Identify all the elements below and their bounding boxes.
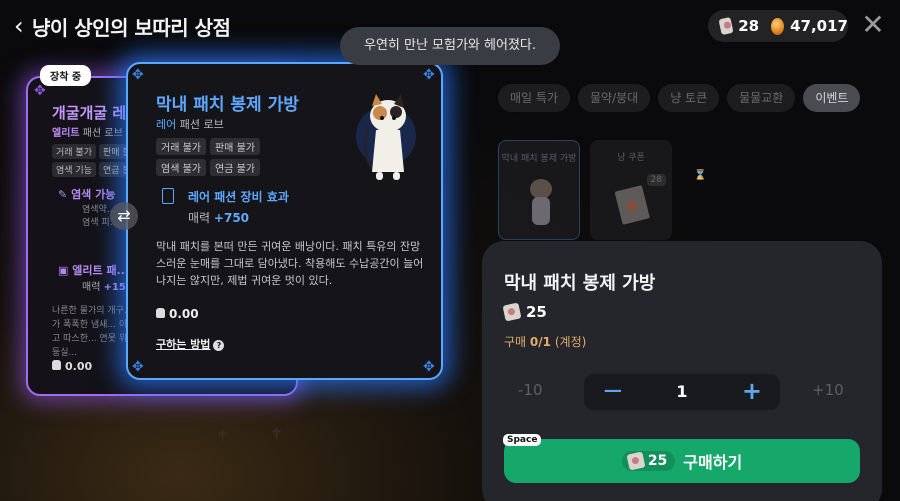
shop-item-name: 냥 쿠폰: [617, 153, 645, 163]
purchase-panel: 막내 패치 봉제 가방 25 구매 0/1 (계정) -10 − 1 + +10…: [482, 241, 882, 501]
item-grade: 레어 패션 로브: [156, 116, 224, 132]
buy-cost: 25: [621, 451, 676, 471]
category-tabs: 매일 특가 물약/붕대 냥 토큰 물물교환 이벤트: [498, 84, 861, 112]
card-icon: ▣: [58, 264, 69, 277]
close-button[interactable]: ✕: [858, 10, 888, 40]
price-value: 25: [526, 303, 547, 321]
dye-ability: ✎ 염색 가능: [58, 186, 115, 202]
shop-item[interactable]: 막내 패치 봉제 가방: [498, 140, 580, 240]
shop-item[interactable]: 냥 쿠폰 ⌛ 28: [590, 140, 706, 240]
purchase-limit: 구매 0/1 (계정): [504, 333, 586, 350]
item-detail-card: ✥ ✥ ✥ ✥ 막내 패치 봉제 가방 레어 패션 로브 거래 불가 판매 불가…: [126, 62, 443, 380]
stat-name: 매력: [188, 211, 211, 225]
equipped-badge: 장착 중: [40, 65, 92, 86]
tab-potions[interactable]: 물약/붕대: [577, 84, 651, 112]
ticket-icon: [626, 451, 646, 471]
tab-barter[interactable]: 물물교환: [727, 84, 796, 112]
tag: 염색 기능: [52, 162, 96, 177]
weight-icon: [52, 360, 61, 370]
purchase-item-name: 막내 패치 봉제 가방: [504, 273, 656, 294]
brush-icon: ✎: [58, 188, 68, 201]
decorative-cross: ✝: [216, 426, 230, 445]
grade-label: 엘리트: [52, 128, 80, 139]
stat-value: +750: [213, 211, 250, 225]
item-description: 막내 패치를 본떠 만든 귀여운 배낭이다. 패치 특유의 잔망스러운 눈매를 …: [156, 240, 424, 287]
purchase-limit-label: 구매: [504, 335, 527, 349]
elite-title: 엘리트 패...: [72, 264, 130, 277]
cat-bag-image: [356, 94, 416, 180]
shop-item-name: 막내 패치 봉제 가방: [501, 154, 577, 164]
buy-label: 구매하기: [683, 453, 743, 472]
item-stat: 매력 +750: [188, 209, 249, 226]
stat-name: 매력: [82, 282, 101, 293]
tag: 판매 불가: [209, 138, 260, 155]
currency-display: 28 47,017: [708, 10, 848, 42]
tab-cat-token[interactable]: 냥 토큰: [658, 84, 720, 112]
item-name: 막내 패치 봉제 가방: [156, 95, 299, 115]
card-icon: [162, 188, 174, 204]
type-label: 패션 로브: [82, 128, 123, 139]
corner-ornament-icon: ✥: [423, 67, 435, 83]
weight-value: 0.00: [65, 360, 93, 373]
elite-effect: ▣ 엘리트 패...: [58, 262, 129, 278]
purchase-price: 25: [502, 302, 547, 322]
purchase-limit-value: 0/1: [529, 335, 552, 349]
ticket-icon: [502, 302, 522, 322]
coin-count: 47,017: [790, 17, 848, 35]
corner-ornament-icon: ✥: [34, 83, 46, 99]
coupon-thumbnail: [614, 185, 650, 225]
equipped-item-weight: 0.00: [52, 360, 92, 373]
equipped-item-grade: 엘리트 패션 로브: [52, 124, 123, 139]
ticket-icon: [718, 16, 734, 36]
corner-ornament-icon: ✥: [132, 67, 144, 83]
buy-button[interactable]: 25 구매하기: [504, 439, 860, 483]
item-weight: 0.00: [156, 307, 199, 321]
how-to-get-label: 구하는 방법: [156, 338, 211, 351]
question-icon: ?: [213, 340, 225, 351]
tag: 거래 불가: [156, 138, 206, 155]
tag: 염색 불가: [156, 159, 206, 176]
tab-daily-deal[interactable]: 매일 특가: [498, 84, 570, 112]
rare-effect-title: 레어 패션 장비 효과: [188, 190, 289, 204]
toast-message: 우연히 만난 모험가와 헤어졌다.: [340, 27, 560, 65]
cat-bag-thumbnail: [530, 179, 552, 225]
quantity-stepper: − 1 +: [584, 374, 780, 410]
corner-ornament-icon: ✥: [423, 359, 435, 375]
weight-value: 0.00: [169, 307, 199, 321]
how-to-get-link[interactable]: 구하는 방법?: [156, 336, 225, 352]
shop-screen: ✝ ✝ ‹ 냥이 상인의 보따리 상점 28 47,017 ✕ 우연히 만난 모…: [0, 0, 900, 501]
purchase-limit-note: (계정): [554, 335, 587, 349]
page-title: 냥이 상인의 보따리 상점: [32, 16, 231, 40]
tag: 거래 불가: [52, 144, 96, 159]
item-tags: 거래 불가 판매 불가 염색 불가 연금 불가: [156, 138, 276, 176]
weight-icon: [156, 308, 165, 318]
hourglass-icon: ⌛: [694, 170, 707, 181]
corner-ornament-icon: ✥: [132, 359, 144, 375]
swap-icon: ⇄: [110, 202, 138, 230]
decorative-cross: ✝: [270, 424, 284, 443]
plus-10-button[interactable]: +10: [812, 381, 844, 399]
grade-label: 레어: [156, 118, 177, 131]
minus-10-button[interactable]: -10: [518, 381, 543, 399]
coin-icon: [771, 17, 785, 35]
tab-event[interactable]: 이벤트: [803, 84, 861, 112]
space-key-hint: Space: [503, 434, 542, 446]
buy-cost-value: 25: [647, 453, 668, 469]
dye-title: 염색 가능: [71, 188, 116, 201]
plus-button[interactable]: +: [742, 376, 762, 406]
tag: 연금 불가: [209, 159, 260, 176]
type-label: 패션 로브: [179, 118, 224, 131]
ticket-count: 28: [738, 17, 760, 35]
